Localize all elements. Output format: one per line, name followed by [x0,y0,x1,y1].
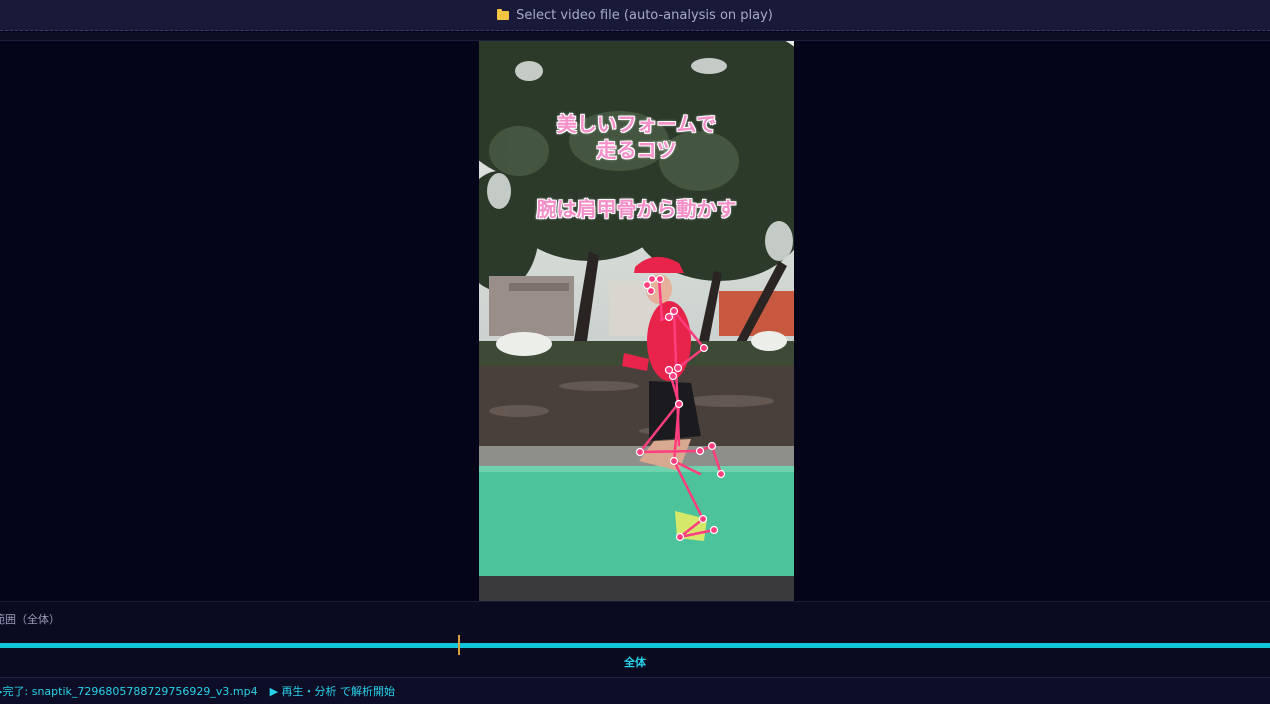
video-area: 美しいフォームで 走るコツ 腕は肩甲骨から動かす [0,41,1270,601]
file-select-button[interactable]: Select video file (auto-analysis on play… [0,0,1270,31]
status-bar: ▸完了: snaptik_7296805788729756929_v3.mp4 … [0,677,1270,704]
range-selected-label[interactable]: 全体 [0,654,1270,670]
caption-line: 美しいフォームで [556,112,717,136]
caption-line: 腕は肩甲骨から動かす [536,197,737,221]
status-file-text: ▸完了: snaptik_7296805788729756929_v3.mp4 [0,685,258,698]
range-panel: 範囲（全体） 全体 [0,601,1270,677]
folder-icon [497,8,510,20]
playhead-marker[interactable] [458,635,460,655]
range-label: 範囲（全体） [0,613,60,626]
status-hint-text: ▶ 再生・分析 で解析開始 [269,685,396,698]
range-track[interactable] [0,643,1270,648]
divider [0,32,1270,41]
file-select-label: Select video file (auto-analysis on play… [516,7,773,23]
video-player[interactable]: 美しいフォームで 走るコツ 腕は肩甲骨から動かす [479,41,794,601]
caption-line: 走るコツ [596,138,677,162]
